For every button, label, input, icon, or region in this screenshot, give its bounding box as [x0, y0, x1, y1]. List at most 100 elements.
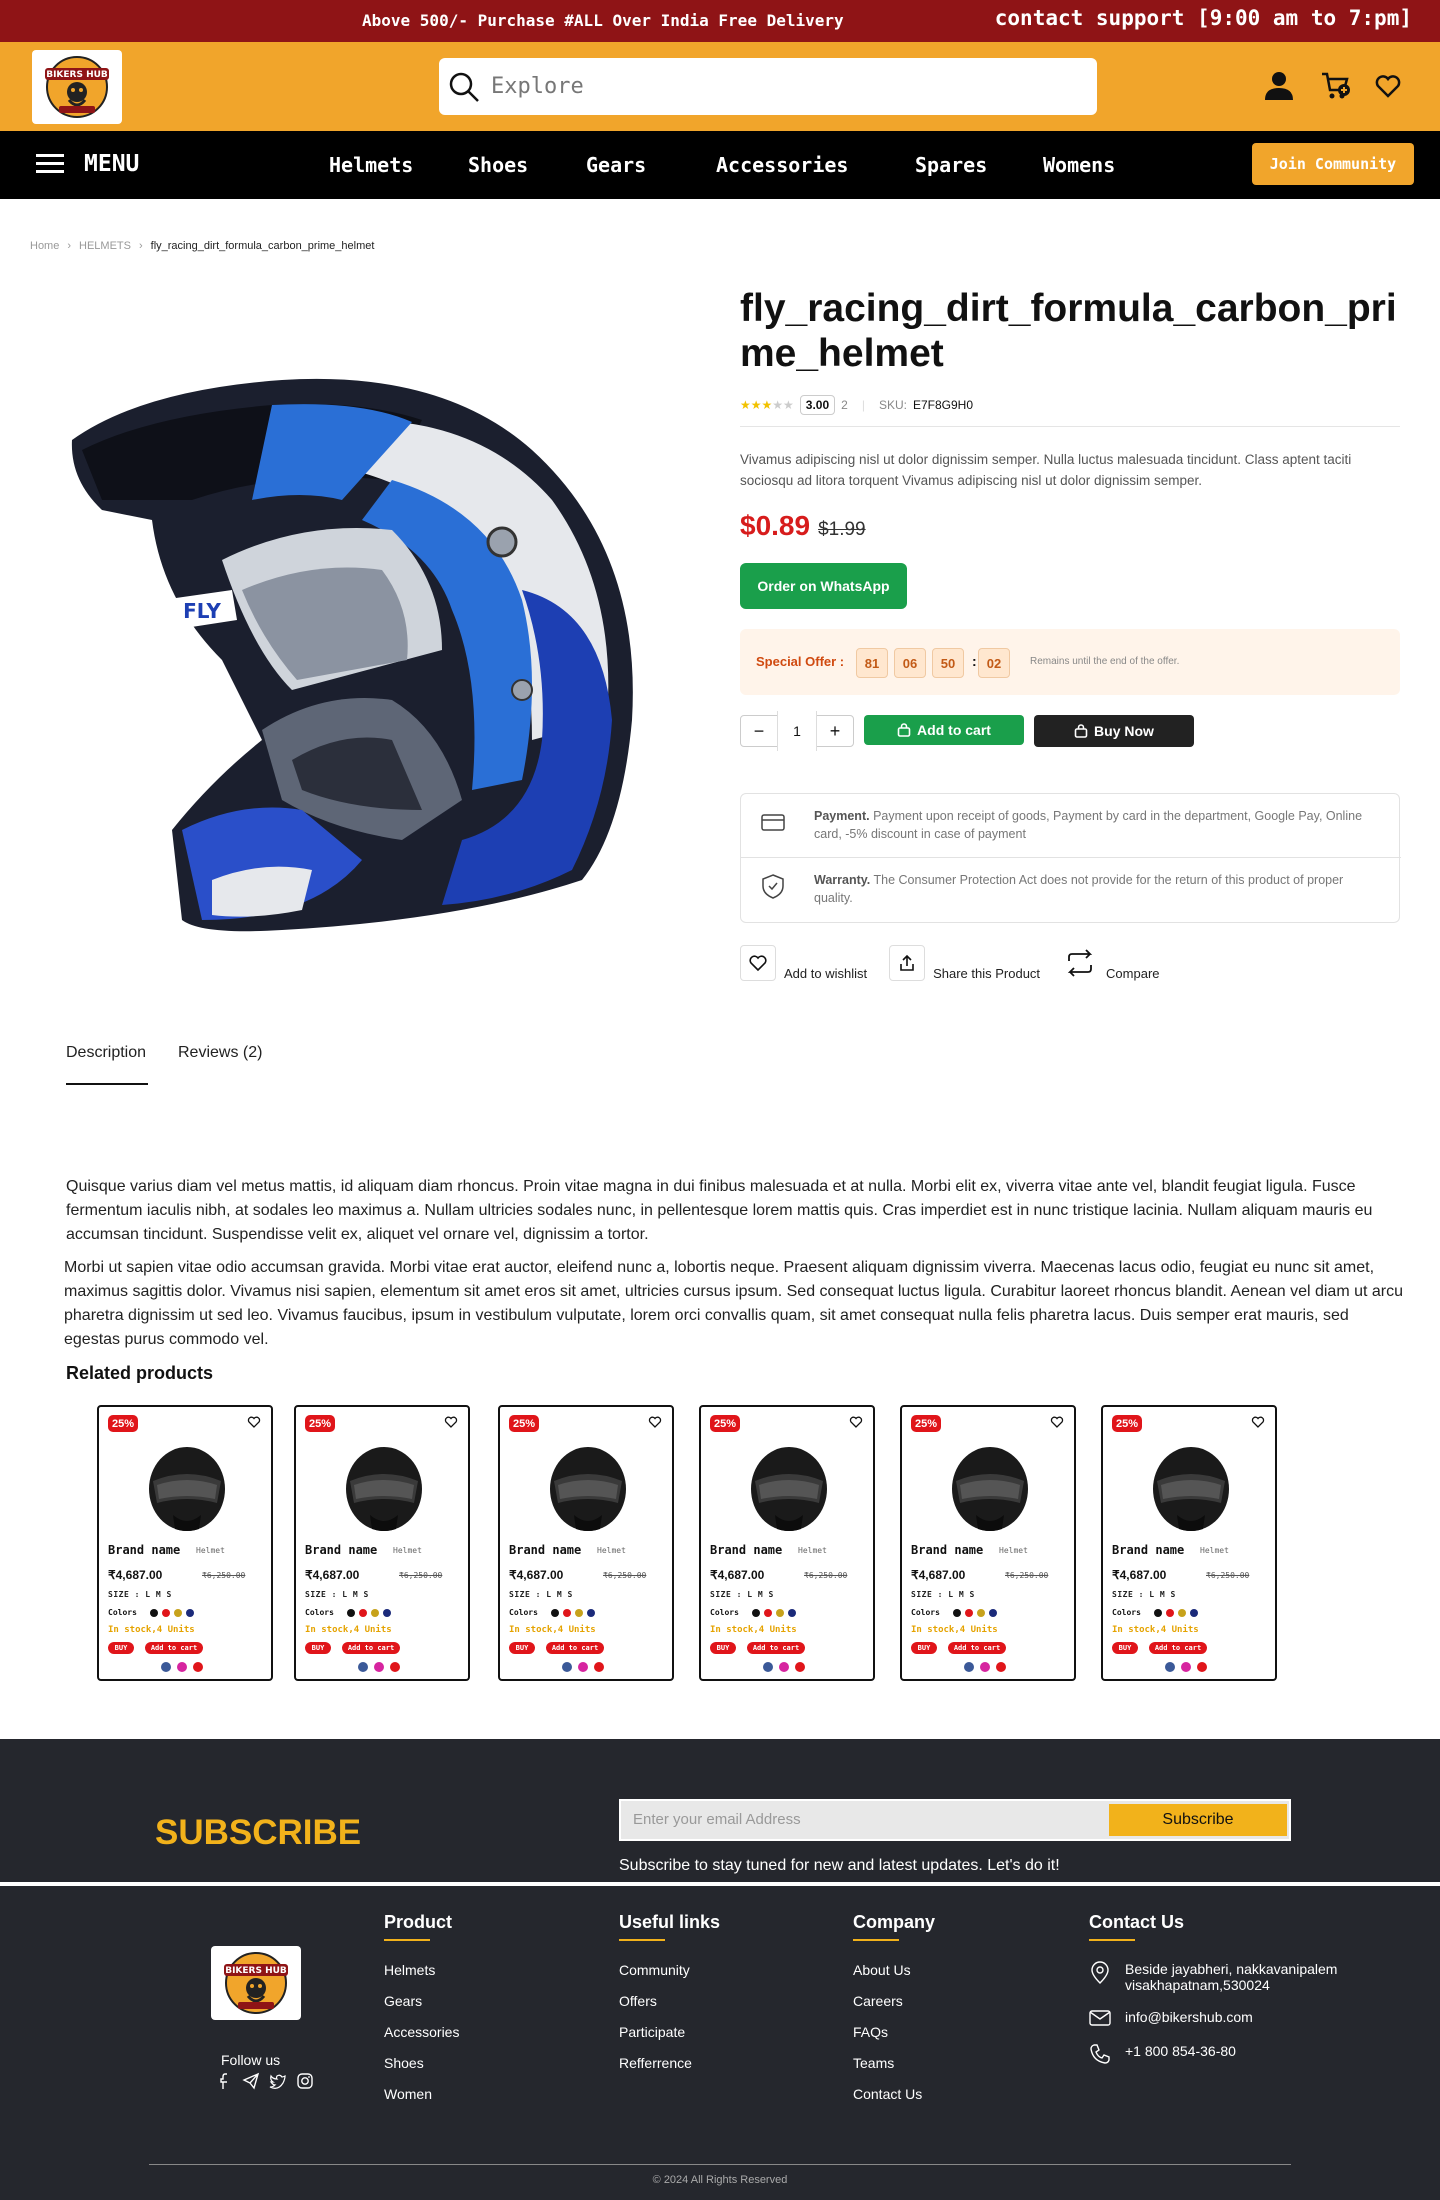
telegram-icon[interactable]: [242, 2072, 260, 2090]
nav-link-helmets[interactable]: Helmets: [329, 153, 413, 177]
site-logo[interactable]: BIKERS HUB: [32, 50, 122, 124]
card-buy-button[interactable]: BUY: [911, 1642, 937, 1654]
facebook-icon[interactable]: [358, 1662, 368, 1672]
color-swatch[interactable]: [751, 1608, 760, 1617]
instagram-icon[interactable]: [578, 1662, 588, 1672]
nav-link-gears[interactable]: Gears: [586, 153, 646, 177]
instagram-icon[interactable]: [177, 1662, 187, 1672]
footer-logo[interactable]: BIKERS HUB: [211, 1946, 301, 2020]
footer-link-community[interactable]: Community: [619, 1962, 720, 1978]
color-swatch[interactable]: [1153, 1608, 1162, 1617]
footer-link-participate[interactable]: Participate: [619, 2024, 720, 2040]
card-buy-button[interactable]: BUY: [710, 1642, 736, 1654]
color-swatch[interactable]: [173, 1608, 182, 1617]
instagram-icon[interactable]: [980, 1662, 990, 1672]
heart-icon[interactable]: [444, 1415, 458, 1429]
tab-reviews[interactable]: Reviews (2): [178, 1044, 262, 1062]
card-add-to-cart-button[interactable]: Add to cart: [747, 1642, 805, 1654]
color-swatch[interactable]: [358, 1608, 367, 1617]
card-sizes[interactable]: SIZE : L M S: [911, 1590, 975, 1599]
color-swatch[interactable]: [787, 1608, 796, 1617]
heart-icon[interactable]: [1050, 1415, 1064, 1429]
card-add-to-cart-button[interactable]: Add to cart: [145, 1642, 203, 1654]
product-card[interactable]: 25% Brand name Helmet ₹4,687.00 ₹6,250.0…: [699, 1405, 875, 1681]
card-add-to-cart-button[interactable]: Add to cart: [342, 1642, 400, 1654]
nav-link-accessories[interactable]: Accessories: [716, 153, 848, 177]
card-sizes[interactable]: SIZE : L M S: [108, 1590, 172, 1599]
nav-link-spares[interactable]: Spares: [915, 153, 987, 177]
plus-icon[interactable]: +: [817, 721, 853, 742]
product-card[interactable]: 25% Brand name Helmet ₹4,687.00 ₹6,250.0…: [900, 1405, 1076, 1681]
color-swatch[interactable]: [550, 1608, 559, 1617]
heart-icon[interactable]: [1251, 1415, 1265, 1429]
footer-link-offers[interactable]: Offers: [619, 1993, 720, 2009]
card-sizes[interactable]: SIZE : L M S: [710, 1590, 774, 1599]
footer-link-faqs[interactable]: FAQs: [853, 2024, 935, 2040]
compare-button[interactable]: Compare: [1062, 945, 1160, 981]
youtube-icon[interactable]: [795, 1662, 805, 1672]
color-swatch[interactable]: [161, 1608, 170, 1617]
footer-link-shoes[interactable]: Shoes: [384, 2055, 459, 2071]
helmet-thumbnail[interactable]: [340, 1437, 428, 1535]
youtube-icon[interactable]: [390, 1662, 400, 1672]
facebook-icon[interactable]: [1165, 1662, 1175, 1672]
product-card[interactable]: 25% Brand name Helmet ₹4,687.00 ₹6,250.0…: [1101, 1405, 1277, 1681]
color-swatch[interactable]: [370, 1608, 379, 1617]
color-swatch[interactable]: [988, 1608, 997, 1617]
instagram-icon[interactable]: [374, 1662, 384, 1672]
facebook-icon[interactable]: [161, 1662, 171, 1672]
color-swatch[interactable]: [1189, 1608, 1198, 1617]
color-swatch[interactable]: [1177, 1608, 1186, 1617]
search-icon[interactable]: [447, 70, 481, 104]
color-swatch[interactable]: [1165, 1608, 1174, 1617]
helmet-thumbnail[interactable]: [1147, 1437, 1235, 1535]
color-swatch[interactable]: [346, 1608, 355, 1617]
contact-email[interactable]: info@bikershub.com: [1089, 2009, 1379, 2027]
heart-icon[interactable]: [849, 1415, 863, 1429]
email-field[interactable]: [633, 1811, 1073, 1828]
youtube-icon[interactable]: [193, 1662, 203, 1672]
twitter-icon[interactable]: [269, 2072, 287, 2090]
user-icon[interactable]: [1263, 70, 1295, 102]
add-to-wishlist-button[interactable]: Add to wishlist: [740, 945, 867, 981]
instagram-icon[interactable]: [296, 2072, 314, 2090]
card-sizes[interactable]: SIZE : L M S: [1112, 1590, 1176, 1599]
quantity-value[interactable]: 1: [777, 711, 817, 751]
cart-icon[interactable]: [1320, 70, 1352, 102]
footer-link-women[interactable]: Women: [384, 2086, 459, 2102]
review-count[interactable]: 2: [841, 398, 848, 412]
subscribe-button[interactable]: Subscribe: [1109, 1804, 1287, 1836]
footer-link-about[interactable]: About Us: [853, 1962, 935, 1978]
footer-link-helmets[interactable]: Helmets: [384, 1962, 459, 1978]
tab-description[interactable]: Description: [66, 1044, 146, 1062]
card-add-to-cart-button[interactable]: Add to cart: [1149, 1642, 1207, 1654]
facebook-icon[interactable]: [763, 1662, 773, 1672]
nav-link-shoes[interactable]: Shoes: [468, 153, 528, 177]
facebook-icon[interactable]: [217, 2072, 233, 2090]
instagram-icon[interactable]: [1181, 1662, 1191, 1672]
color-swatch[interactable]: [185, 1608, 194, 1617]
card-buy-button[interactable]: BUY: [509, 1642, 535, 1654]
color-swatch[interactable]: [562, 1608, 571, 1617]
menu-toggle[interactable]: MENU: [36, 151, 139, 177]
card-buy-button[interactable]: BUY: [305, 1642, 331, 1654]
product-image[interactable]: FLY: [62, 360, 650, 940]
nav-link-womens[interactable]: Womens: [1043, 153, 1115, 177]
facebook-icon[interactable]: [964, 1662, 974, 1672]
card-sizes[interactable]: SIZE : L M S: [509, 1590, 573, 1599]
card-buy-button[interactable]: BUY: [108, 1642, 134, 1654]
footer-link-accessories[interactable]: Accessories: [384, 2024, 459, 2040]
order-whatsapp-button[interactable]: Order on WhatsApp: [740, 563, 907, 609]
youtube-icon[interactable]: [996, 1662, 1006, 1672]
add-to-cart-button[interactable]: Add to cart: [864, 715, 1024, 745]
color-swatch[interactable]: [964, 1608, 973, 1617]
youtube-icon[interactable]: [1197, 1662, 1207, 1672]
minus-icon[interactable]: −: [741, 721, 777, 742]
breadcrumb-helmets[interactable]: HELMETS: [79, 240, 131, 252]
breadcrumb-home[interactable]: Home: [30, 240, 59, 252]
buy-now-button[interactable]: Buy Now: [1034, 715, 1194, 747]
helmet-thumbnail[interactable]: [745, 1437, 833, 1535]
product-card[interactable]: 25% Brand name Helmet ₹4,687.00 ₹6,250.0…: [97, 1405, 273, 1681]
card-add-to-cart-button[interactable]: Add to cart: [546, 1642, 604, 1654]
join-community-button[interactable]: Join Community: [1252, 143, 1414, 185]
